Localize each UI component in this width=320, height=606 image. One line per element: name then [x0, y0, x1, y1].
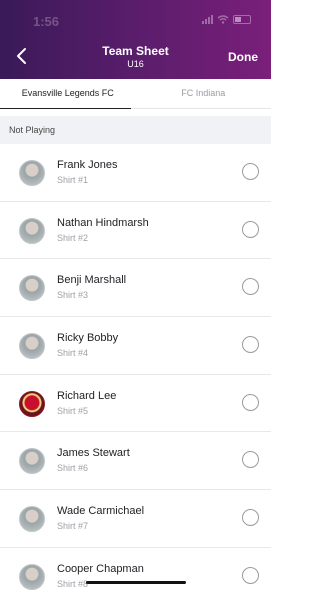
title-block: Team Sheet U16 — [70, 44, 201, 69]
status-bar: 1:56 — [0, 0, 271, 36]
wifi-icon — [217, 15, 229, 24]
select-radio[interactable] — [242, 163, 259, 180]
player-row[interactable]: Cooper Chapman Shirt #8 — [0, 548, 271, 606]
tab-evansville-legends[interactable]: Evansville Legends FC — [0, 79, 136, 109]
select-radio[interactable] — [242, 451, 259, 469]
player-name: James Stewart — [57, 447, 130, 460]
player-avatar — [19, 333, 45, 360]
player-list: Frank Jones Shirt #1 Nathan Hindmarsh Sh… — [0, 144, 271, 606]
player-name: Cooper Chapman — [57, 562, 144, 575]
page-subtitle: U16 — [127, 59, 144, 69]
player-shirt-number: Shirt #3 — [57, 290, 89, 301]
player-row[interactable]: Richard Lee Shirt #5 — [0, 375, 271, 433]
player-avatar — [19, 506, 45, 533]
player-shirt-number: Shirt #4 — [57, 348, 89, 359]
back-button[interactable] — [10, 44, 34, 68]
chevron-left-icon — [17, 48, 26, 64]
player-avatar — [19, 448, 45, 475]
player-name: Wade Carmichael — [57, 505, 145, 518]
player-row[interactable]: Nathan Hindmarsh Shirt #2 — [0, 202, 271, 260]
player-avatar — [19, 217, 45, 244]
select-radio[interactable] — [242, 393, 259, 411]
signal-icon — [202, 15, 213, 24]
player-avatar — [19, 275, 45, 302]
select-radio[interactable] — [242, 278, 259, 296]
battery-icon — [233, 15, 251, 24]
player-shirt-number: Shirt #2 — [57, 232, 89, 243]
player-row[interactable]: Benji Marshall Shirt #3 — [0, 259, 271, 318]
page-title: Team Sheet — [102, 44, 169, 58]
header-bar: 1:56 Team Sheet U16 Done — [0, 0, 271, 79]
player-name: Benji Marshall — [57, 274, 127, 287]
player-avatar — [19, 563, 45, 590]
player-name: Frank Jones — [57, 159, 118, 171]
player-shirt-number: Shirt #1 — [57, 175, 89, 185]
player-name: Richard Lee — [57, 389, 117, 402]
select-radio[interactable] — [242, 336, 259, 354]
select-radio[interactable] — [242, 566, 259, 584]
player-row[interactable]: Wade Carmichael Shirt #7 — [0, 490, 271, 548]
player-row[interactable]: Frank Jones Shirt #1 — [0, 144, 271, 202]
select-radio[interactable] — [242, 509, 259, 527]
player-shirt-number: Shirt #5 — [57, 405, 89, 416]
home-indicator — [86, 581, 186, 584]
player-name: Ricky Bobby — [57, 332, 119, 345]
player-shirt-number: Shirt #7 — [57, 521, 89, 532]
tab-fc-indiana[interactable]: FC Indiana — [136, 79, 272, 108]
player-row[interactable]: Ricky Bobby Shirt #4 — [0, 317, 271, 375]
team-crest-avatar — [19, 390, 45, 417]
done-button[interactable]: Done — [228, 50, 258, 64]
status-time: 1:56 — [33, 14, 60, 29]
team-tabs: Evansville Legends FC FC Indiana — [0, 79, 271, 109]
player-row[interactable]: James Stewart Shirt #6 — [0, 432, 271, 491]
player-avatar — [19, 160, 45, 186]
player-shirt-number: Shirt #8 — [57, 578, 89, 589]
section-header-not-playing: Not Playing — [0, 116, 271, 144]
select-radio[interactable] — [242, 220, 259, 238]
status-icons — [202, 15, 251, 24]
player-shirt-number: Shirt #6 — [57, 463, 89, 474]
player-name: Nathan Hindmarsh — [57, 216, 149, 229]
